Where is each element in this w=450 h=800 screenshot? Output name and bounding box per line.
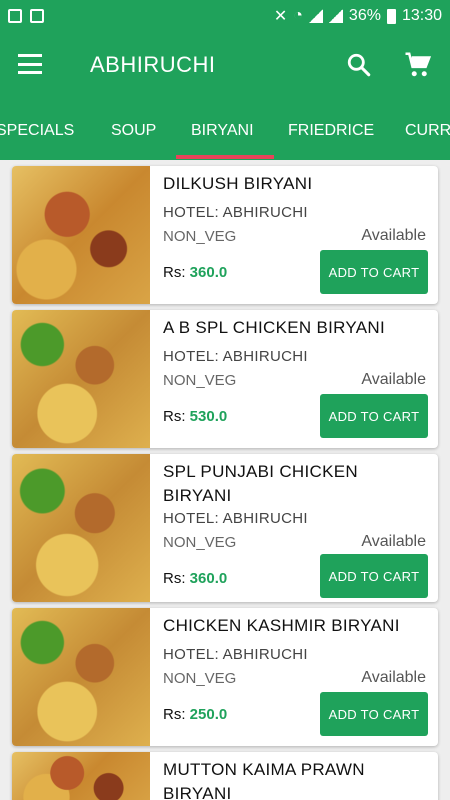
currency-label: Rs:: [163, 264, 186, 281]
add-to-cart-button[interactable]: ADD TO CART: [320, 394, 428, 438]
item-name: SPL PUNJABI CHICKEN BIRYANI: [163, 462, 358, 505]
signal-icon: [308, 9, 323, 23]
item-hotel: HOTEL: ABHIRUCHI: [163, 348, 308, 365]
menu-item-card[interactable]: DILKUSH BIRYANI HOTEL: ABHIRUCHI NON_VEG…: [12, 166, 438, 304]
item-type: NON_VEG: [163, 670, 237, 687]
battery-percent: 36%: [348, 7, 381, 24]
availability-status: Available: [361, 227, 426, 244]
availability-status: Available: [361, 533, 426, 550]
currency-label: Rs:: [163, 408, 186, 425]
item-name: A B SPL CHICKEN BIRYANI: [163, 318, 385, 337]
food-image: [12, 454, 150, 602]
item-name: CHICKEN KASHMIR BIRYANI: [163, 616, 400, 635]
tab-friedrice[interactable]: FRIEDRICE: [288, 122, 374, 140]
tab-soup[interactable]: SOUP: [111, 122, 156, 140]
item-name: DILKUSH BIRYANI: [163, 174, 313, 193]
item-price: Rs: 360.0: [163, 570, 227, 587]
item-hotel: HOTEL: ABHIRUCHI: [163, 204, 308, 221]
item-hotel: HOTEL: ABHIRUCHI: [163, 510, 308, 527]
item-price: Rs: 250.0: [163, 706, 227, 723]
category-tabs: SPECIALS SOUP BIRYANI FRIEDRICE CURRI: [0, 100, 450, 160]
item-price: Rs: 530.0: [163, 408, 227, 425]
battery-icon: [386, 8, 396, 24]
add-to-cart-button[interactable]: ADD TO CART: [320, 692, 428, 736]
menu-item-card[interactable]: A B SPL CHICKEN BIRYANI HOTEL: ABHIRUCHI…: [12, 310, 438, 448]
item-type: NON_VEG: [163, 534, 237, 551]
mute-icon: ✕: [273, 8, 288, 25]
wifi-icon: ◔: [293, 7, 303, 24]
item-hotel: HOTEL: ABHIRUCHI: [163, 646, 308, 663]
app-bar: ABHIRUCHI: [0, 32, 450, 100]
availability-status: Available: [361, 371, 426, 388]
item-price: Rs: 360.0: [163, 264, 227, 281]
clock: 13:30: [401, 7, 442, 24]
app-title: ABHIRUCHI: [90, 52, 216, 77]
gallery-notification-icon: [8, 9, 22, 23]
menu-item-card[interactable]: SPL PUNJABI CHICKEN BIRYANI HOTEL: ABHIR…: [12, 454, 438, 602]
currency-label: Rs:: [163, 706, 186, 723]
cart-icon[interactable]: [403, 50, 433, 80]
tab-curri[interactable]: CURRI: [405, 122, 450, 140]
tab-indicator: [176, 155, 274, 159]
item-name: MUTTON KAIMA PRAWN BIRYANI: [163, 760, 365, 800]
availability-status: Available: [361, 669, 426, 686]
price-value: 530.0: [189, 408, 228, 425]
tab-specials[interactable]: SPECIALS: [0, 122, 74, 140]
item-type: NON_VEG: [163, 372, 237, 389]
food-image: [12, 166, 150, 304]
item-type: NON_VEG: [163, 228, 237, 245]
facebook-notification-icon: [30, 9, 44, 23]
food-image: [12, 310, 150, 448]
signal-icon-2: [328, 9, 343, 23]
currency-label: Rs:: [163, 570, 186, 587]
add-to-cart-button[interactable]: ADD TO CART: [320, 250, 428, 294]
menu-item-list[interactable]: DILKUSH BIRYANI HOTEL: ABHIRUCHI NON_VEG…: [0, 160, 450, 800]
menu-item-card[interactable]: CHICKEN KASHMIR BIRYANI HOTEL: ABHIRUCHI…: [12, 608, 438, 746]
status-bar: ✕ ◔ 36% 13:30: [0, 0, 450, 32]
menu-icon[interactable]: [18, 54, 42, 74]
food-image: [12, 608, 150, 746]
add-to-cart-button[interactable]: ADD TO CART: [320, 554, 428, 598]
menu-item-card[interactable]: MUTTON KAIMA PRAWN BIRYANI: [12, 752, 438, 800]
system-icons: ✕ ◔ 36% 13:30: [274, 6, 442, 26]
search-icon[interactable]: [346, 52, 372, 78]
price-value: 360.0: [189, 264, 228, 281]
food-image: [12, 752, 150, 800]
price-value: 250.0: [189, 706, 228, 723]
price-value: 360.0: [189, 570, 228, 587]
notification-icons: [8, 9, 44, 23]
tab-biryani[interactable]: BIRYANI: [191, 122, 254, 140]
